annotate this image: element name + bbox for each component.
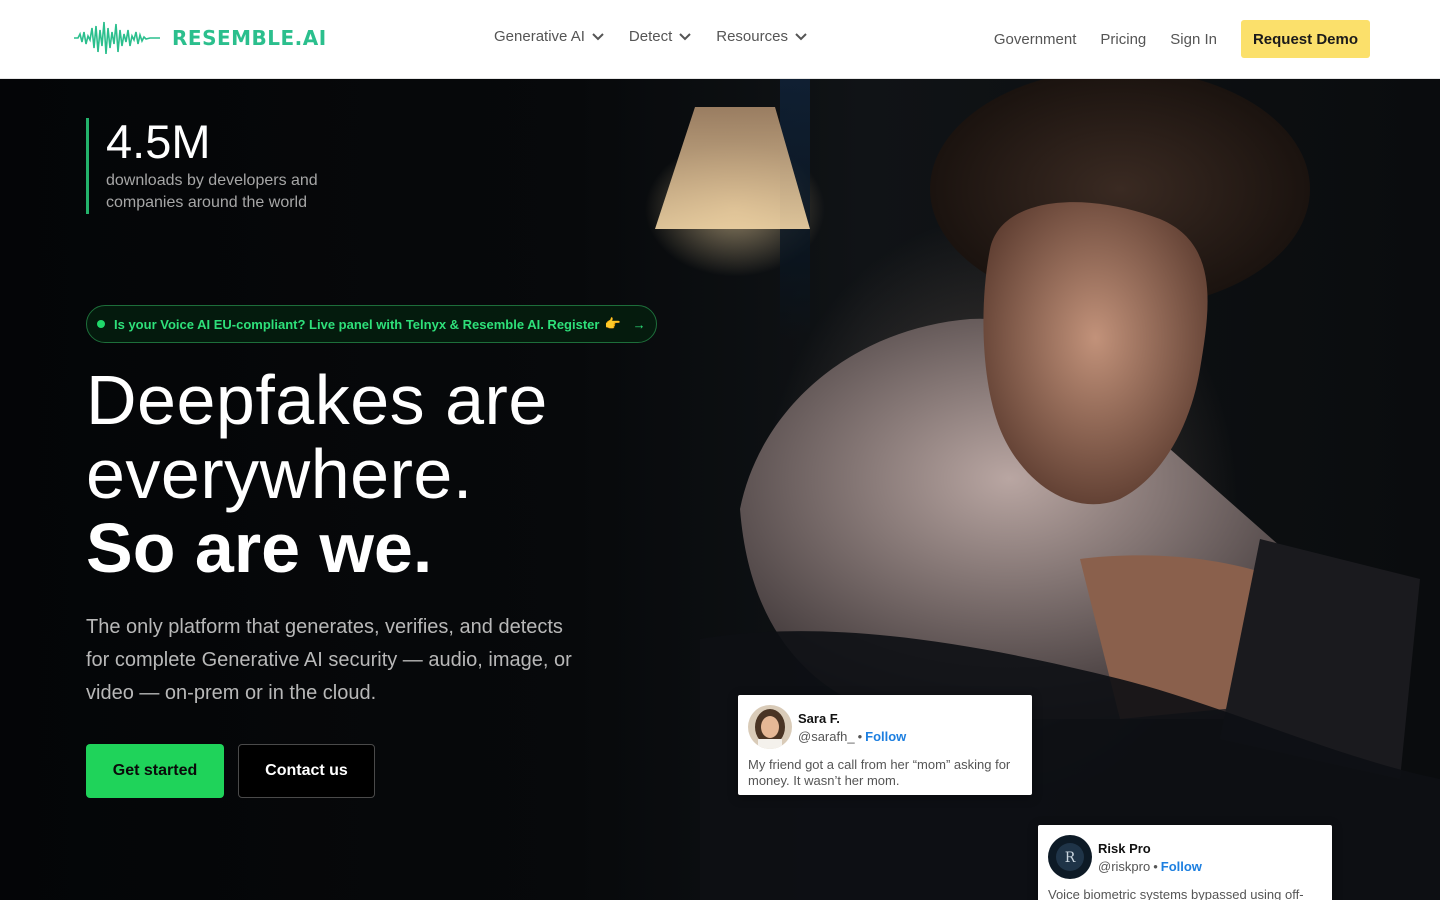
card-author-name: Sara F. bbox=[798, 710, 840, 726]
nav-link-pricing[interactable]: Pricing bbox=[1100, 31, 1146, 48]
request-demo-button[interactable]: Request Demo bbox=[1240, 20, 1370, 58]
headline-line-1: Deepfakes are bbox=[86, 361, 548, 439]
download-stat: 4.5M downloads by developers and compani… bbox=[86, 118, 386, 214]
announcement-banner[interactable]: Is your Voice AI EU-compliant? Live pane… bbox=[86, 305, 657, 343]
banner-text: Is your Voice AI EU-compliant? Live pane… bbox=[114, 316, 600, 332]
chevron-down-icon bbox=[795, 32, 807, 40]
card-header: R Risk Pro @riskpro • Follow bbox=[1048, 835, 1322, 879]
follow-link[interactable]: Follow bbox=[1161, 859, 1202, 874]
logo[interactable]: RESEMBLE.AI bbox=[74, 16, 327, 60]
logo-text: RESEMBLE.AI bbox=[172, 26, 327, 50]
menu-generative-ai[interactable]: Generative AI bbox=[494, 28, 605, 45]
headline-line-2: everywhere. bbox=[86, 435, 473, 513]
top-navigation: RESEMBLE.AI Generative AI Detect Resourc… bbox=[0, 0, 1440, 79]
svg-text:R: R bbox=[1065, 850, 1076, 866]
testimonial-card: R Risk Pro @riskpro • Follow Voice biometr… bbox=[1038, 825, 1332, 900]
separator: • bbox=[1153, 858, 1158, 874]
handle-text: @sarafh_ bbox=[798, 728, 855, 744]
chevron-down-icon bbox=[679, 32, 691, 40]
card-author-name: Risk Pro bbox=[1098, 840, 1151, 856]
separator: • bbox=[857, 728, 863, 744]
contact-us-button[interactable]: Contact us bbox=[238, 744, 375, 798]
chevron-down-icon bbox=[592, 32, 604, 40]
hero-subtext: The only platform that generates, verifi… bbox=[86, 616, 572, 704]
secondary-menu: Government Pricing Sign In Request Demo bbox=[994, 20, 1370, 58]
stat-number: 4.5M bbox=[106, 115, 211, 168]
stat-description-line: companies around the world bbox=[106, 194, 308, 211]
arrow-right-icon: → bbox=[632, 316, 646, 332]
follow-link[interactable]: Follow bbox=[865, 729, 906, 744]
menu-label: Generative AI bbox=[494, 28, 585, 45]
avatar bbox=[748, 705, 792, 749]
testimonial-card: Sara F. @sarafh_ • Follow My friend got a … bbox=[738, 695, 1032, 795]
live-dot-icon bbox=[97, 320, 105, 328]
stat-description-line: downloads by developers and bbox=[106, 172, 318, 189]
primary-menu: Generative AI Detect Resources bbox=[494, 28, 808, 45]
card-handle: @riskpro • Follow bbox=[1098, 859, 1202, 874]
headline-line-3: So are we. bbox=[86, 509, 433, 587]
get-started-button[interactable]: Get started bbox=[86, 744, 224, 798]
menu-label: Detect bbox=[628, 28, 673, 45]
avatar: R bbox=[1048, 835, 1092, 879]
stat-description: downloads by developers and companies ar… bbox=[106, 170, 386, 214]
menu-label: Resources bbox=[716, 28, 788, 45]
waveform-logo-icon bbox=[74, 21, 160, 55]
hero-headline: Deepfakes are everywhere. So are we. bbox=[86, 363, 686, 585]
nav-link-government[interactable]: Government bbox=[994, 31, 1077, 48]
menu-resources[interactable]: Resources bbox=[716, 28, 808, 45]
card-body: Voice biometric systems bypassed using o… bbox=[1048, 887, 1304, 900]
hero-section: 4.5M downloads by developers and compani… bbox=[0, 79, 1440, 900]
menu-detect[interactable]: Detect bbox=[629, 28, 692, 45]
nav-link-sign-in[interactable]: Sign In bbox=[1170, 31, 1217, 48]
pointing-hand-icon: 👉 bbox=[604, 316, 621, 331]
card-handle: @sarafh_ • Follow bbox=[798, 729, 906, 744]
card-header: Sara F. @sarafh_ • Follow bbox=[748, 705, 1022, 749]
card-body: My friend got a call from her “mom” aski… bbox=[748, 757, 1011, 788]
handle-text: @riskpro bbox=[1098, 858, 1151, 874]
